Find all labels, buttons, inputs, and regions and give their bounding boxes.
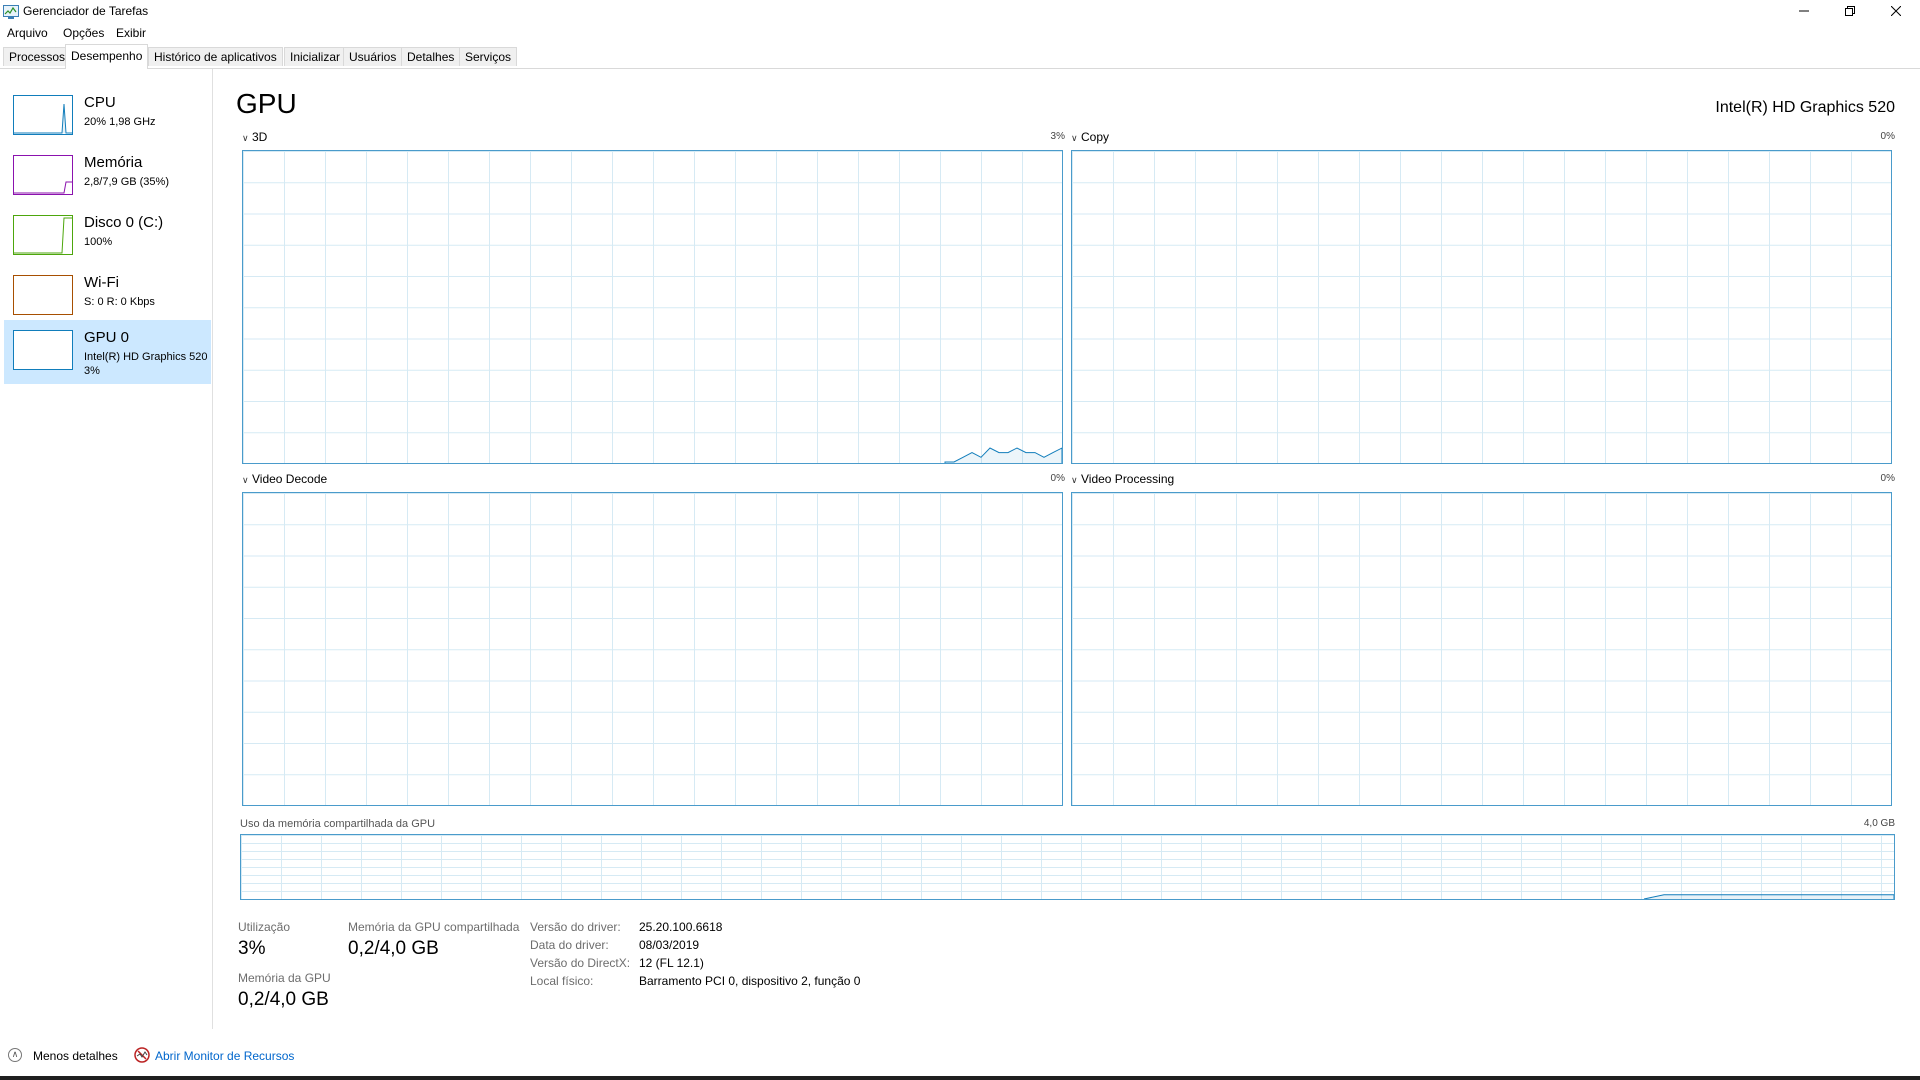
gpu-thumbnail-graph <box>13 330 73 370</box>
restore-button[interactable] <box>1827 0 1873 22</box>
chevron-down-icon: ∨ <box>1071 475 1078 485</box>
graph-3d-header[interactable]: ∨ 3D <box>242 130 267 144</box>
sidebar-item-label: Disco 0 (C:) <box>84 214 164 231</box>
chevron-down-icon: ∨ <box>1071 133 1078 143</box>
menu-arquivo[interactable]: Arquivo <box>7 26 48 40</box>
sidebar-item-sub: Intel(R) HD Graphics 520 <box>84 351 208 363</box>
graph-copy <box>1071 150 1892 464</box>
title-bar: Gerenciador de Tarefas <box>0 0 1920 24</box>
graph-video-decode-percent: 0% <box>1050 473 1065 484</box>
graph-3d <box>242 150 1063 464</box>
shared-memory-label: Uso da memória compartilhada da GPU <box>240 818 436 830</box>
graph-video-decode <box>242 492 1063 806</box>
tab-usuarios[interactable]: Usuários <box>343 47 403 66</box>
chevron-down-icon: ∨ <box>242 475 249 485</box>
cpu-thumbnail-line <box>14 103 72 134</box>
tab-historico[interactable]: Histórico de aplicativos <box>148 47 283 66</box>
less-details-link[interactable]: Menos detalhes <box>33 1049 118 1063</box>
wifi-thumbnail-graph <box>13 275 73 315</box>
cpu-thumbnail-graph <box>13 95 73 135</box>
sidebar-item-disco[interactable]: Disco 0 (C:) 100% <box>4 205 211 269</box>
graph-3d-line <box>944 447 1062 463</box>
sidebar-item-label: Memória <box>84 154 143 171</box>
sidebar-item-sub: 100% <box>84 236 113 248</box>
sidebar-item-label: GPU 0 <box>84 329 130 346</box>
close-button[interactable] <box>1873 0 1919 22</box>
utilization-label: Utilização <box>238 920 291 934</box>
window-title: Gerenciador de Tarefas <box>23 4 149 18</box>
graph-3d-usage-line <box>944 447 1062 463</box>
menu-opcoes[interactable]: Opções <box>63 26 104 40</box>
close-icon <box>1890 5 1902 17</box>
driver-version-value: 25.20.100.6618 <box>639 920 723 934</box>
physical-location-value: Barramento PCI 0, dispositivo 2, função … <box>639 974 861 988</box>
directx-version-value: 12 (FL 12.1) <box>639 956 704 970</box>
sidebar-item-gpu[interactable]: GPU 0 Intel(R) HD Graphics 520 3% <box>4 320 211 384</box>
graph-video-processing-label: Video Processing <box>1081 472 1175 486</box>
graph-3d-percent: 3% <box>1050 131 1065 142</box>
shared-memory-graph <box>240 834 1895 900</box>
driver-date-value: 08/03/2019 <box>639 938 700 952</box>
tab-servicos[interactable]: Serviços <box>459 47 518 66</box>
graph-3d-label: 3D <box>252 130 268 144</box>
graph-video-decode-header[interactable]: ∨ Video Decode <box>242 472 327 486</box>
sidebar-item-sub: 2,8/7,9 GB (35%) <box>84 176 169 188</box>
performance-sidebar: CPU 20% 1,98 GHz Memória 2,8/7,9 GB (35%… <box>0 69 213 1029</box>
sidebar-item-cpu[interactable]: CPU 20% 1,98 GHz <box>4 85 211 149</box>
utilization-value: 3% <box>238 938 266 959</box>
taskbar-edge <box>0 1076 1920 1080</box>
resource-monitor-icon[interactable] <box>134 1047 150 1063</box>
sidebar-item-sub: S: 0 R: 0 Kbps <box>84 296 155 308</box>
menu-bar: Arquivo Opções Exibir <box>0 24 1920 44</box>
shared-memory-line <box>1643 894 1895 900</box>
gpu-memory-label: Memória da GPU <box>238 971 331 985</box>
open-resource-monitor-link[interactable]: Abrir Monitor de Recursos <box>155 1049 294 1063</box>
page-title: GPU <box>236 88 297 119</box>
minimize-icon <box>1799 10 1809 12</box>
sidebar-item-label: CPU <box>84 94 116 111</box>
physical-location-key: Local físico: <box>530 974 594 988</box>
sidebar-item-memoria[interactable]: Memória 2,8/7,9 GB (35%) <box>4 145 211 209</box>
shared-memory-stat-label: Memória da GPU compartilhada <box>348 920 520 934</box>
minimize-button[interactable] <box>1781 0 1827 22</box>
gpu-device-name: Intel(R) HD Graphics 520 <box>1715 99 1895 116</box>
graph-video-processing <box>1071 492 1892 806</box>
graph-copy-header[interactable]: ∨ Copy <box>1071 130 1109 144</box>
graph-video-processing-percent: 0% <box>1880 473 1895 484</box>
shared-memory-usage-line <box>1643 894 1895 900</box>
memory-thumbnail-graph <box>13 155 73 195</box>
disk-thumbnail-graph <box>13 215 73 255</box>
tab-detalhes[interactable]: Detalhes <box>401 47 461 66</box>
driver-version-key: Versão do driver: <box>530 920 621 934</box>
gpu-memory-value: 0,2/4,0 GB <box>238 989 329 1010</box>
driver-date-key: Data do driver: <box>530 938 609 952</box>
graph-copy-percent: 0% <box>1880 131 1895 142</box>
graph-video-decode-label: Video Decode <box>252 472 328 486</box>
disk-thumbnail-line <box>14 217 72 254</box>
sidebar-item-sub2: 3% <box>84 365 100 377</box>
chevron-up-icon[interactable]: ∧ <box>8 1048 22 1062</box>
tab-desempenho[interactable]: Desempenho <box>65 44 149 69</box>
task-manager-icon <box>3 5 19 19</box>
footer: ∧ Menos detalhes Abrir Monitor de Recurs… <box>0 1040 1920 1070</box>
menu-exibir[interactable]: Exibir <box>116 26 146 40</box>
sidebar-item-label: Wi-Fi <box>84 274 119 291</box>
sidebar-item-sub: 20% 1,98 GHz <box>84 116 156 128</box>
tab-processos[interactable]: Processos <box>3 47 72 66</box>
memory-thumbnail-line <box>14 181 72 194</box>
shared-memory-stat-value: 0,2/4,0 GB <box>348 938 439 959</box>
graph-video-processing-header[interactable]: ∨ Video Processing <box>1071 472 1174 486</box>
directx-version-key: Versão do DirectX: <box>530 956 631 970</box>
tab-inicializar[interactable]: Inicializar <box>284 47 347 66</box>
chevron-down-icon: ∨ <box>242 133 249 143</box>
restore-icon <box>1845 6 1855 16</box>
graph-copy-label: Copy <box>1081 130 1110 144</box>
tab-strip: Processos Desempenho Histórico de aplica… <box>0 44 1920 69</box>
shared-memory-max: 4,0 GB <box>1863 818 1895 829</box>
